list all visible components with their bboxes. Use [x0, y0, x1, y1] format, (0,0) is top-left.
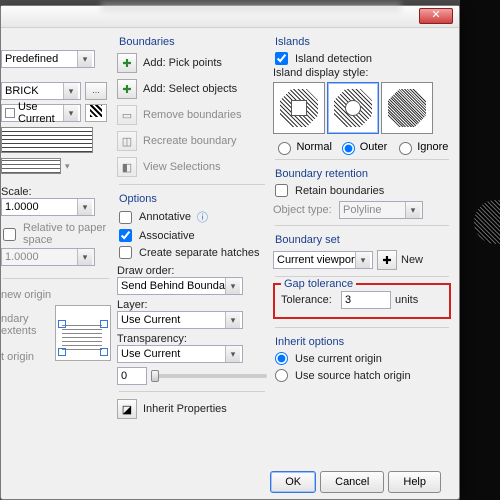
relative-checkbox[interactable] — [3, 228, 16, 241]
inherit-source-radio[interactable] — [275, 369, 288, 382]
transparency-label: Transparency: — [117, 333, 267, 345]
annotative-checkbox[interactable] — [119, 211, 132, 224]
origin-preview — [55, 305, 111, 361]
island-outer-radio[interactable]: Outer — [332, 139, 391, 155]
inherit-properties-label[interactable]: Inherit Properties — [143, 403, 227, 415]
color-swatch-button[interactable] — [85, 104, 107, 122]
recreate-icon: ◫ — [117, 131, 137, 151]
transparency-dropdown[interactable]: Use Current — [117, 345, 243, 363]
info-icon[interactable]: ⓘ — [197, 209, 208, 225]
islands-title: Islands — [275, 36, 451, 48]
add-select-label[interactable]: Add: Select objects — [143, 83, 237, 95]
color-dropdown[interactable]: Use Current — [1, 104, 81, 122]
type-dropdown[interactable]: Predefined — [1, 50, 95, 68]
layer-dropdown[interactable]: Use Current — [117, 311, 243, 329]
island-detect-checkbox[interactable] — [275, 52, 288, 65]
objtype-dropdown: Polyline — [339, 201, 423, 219]
pattern-dropdown[interactable]: BRICK — [1, 82, 81, 100]
spacing-input: 1.0000 — [1, 248, 95, 266]
associative-checkbox[interactable] — [119, 229, 132, 242]
gap-tolerance-group: Gap tolerance Tolerance: units — [273, 283, 451, 319]
transparency-value-input[interactable] — [117, 367, 147, 385]
tolerance-input[interactable] — [341, 291, 391, 309]
scale-label: Scale: — [1, 186, 111, 198]
boundary-set-dropdown[interactable]: Current viewport — [273, 251, 373, 269]
origin-new-label: new origin — [1, 289, 111, 301]
ok-button[interactable]: OK — [270, 471, 316, 493]
pattern-preview-swatch — [1, 127, 93, 153]
add-pick-label[interactable]: Add: Pick points — [143, 57, 222, 69]
island-style-normal[interactable] — [273, 82, 325, 134]
add-pick-icon[interactable]: ✚ — [117, 53, 137, 73]
island-normal-radio[interactable]: Normal — [273, 139, 332, 155]
bset-title: Boundary set — [275, 234, 451, 246]
hatch-dialog: ✕ Predefined BRICK ... Use Current — [0, 5, 460, 500]
pattern-browse-button[interactable]: ... — [85, 82, 107, 100]
remove-boundaries-icon: ▭ — [117, 105, 137, 125]
retain-checkbox[interactable] — [275, 184, 288, 197]
view-selections-icon: ◧ — [117, 157, 137, 177]
new-boundary-icon[interactable]: ✚ — [377, 250, 397, 270]
inherit-current-radio[interactable] — [275, 352, 288, 365]
transparency-slider[interactable] — [151, 374, 267, 378]
island-ignore-radio[interactable]: Ignore — [392, 139, 451, 155]
island-style-label: Island display style: — [273, 67, 451, 79]
retention-title: Boundary retention — [275, 168, 451, 180]
options-title: Options — [119, 193, 267, 205]
cancel-button[interactable]: Cancel — [320, 471, 384, 493]
separate-checkbox[interactable] — [119, 246, 132, 259]
inherit-title: Inherit options — [275, 336, 451, 348]
draw-order-dropdown[interactable]: Send Behind Boundary — [117, 277, 243, 295]
origin-extents-label: ndary extents — [1, 313, 51, 337]
remove-boundaries-label: Remove boundaries — [143, 109, 241, 121]
layer-label: Layer: — [117, 299, 267, 311]
custom-swatch[interactable] — [1, 158, 61, 174]
recreate-label: Recreate boundary — [143, 135, 237, 147]
island-style-ignore[interactable] — [381, 82, 433, 134]
origin-set-label: t origin — [1, 351, 51, 363]
island-style-outer[interactable] — [327, 82, 379, 134]
help-button[interactable]: Help — [388, 471, 441, 493]
view-selections-label: View Selections — [143, 161, 220, 173]
boundaries-title: Boundaries — [119, 36, 267, 48]
close-icon[interactable]: ✕ — [419, 8, 453, 24]
relative-label: Relative to paper space — [23, 222, 111, 246]
inherit-properties-icon[interactable]: ◪ — [117, 399, 137, 419]
draw-order-label: Draw order: — [117, 265, 267, 277]
scale-input[interactable]: 1.0000 — [1, 198, 95, 216]
add-select-icon[interactable]: ✚ — [117, 79, 137, 99]
